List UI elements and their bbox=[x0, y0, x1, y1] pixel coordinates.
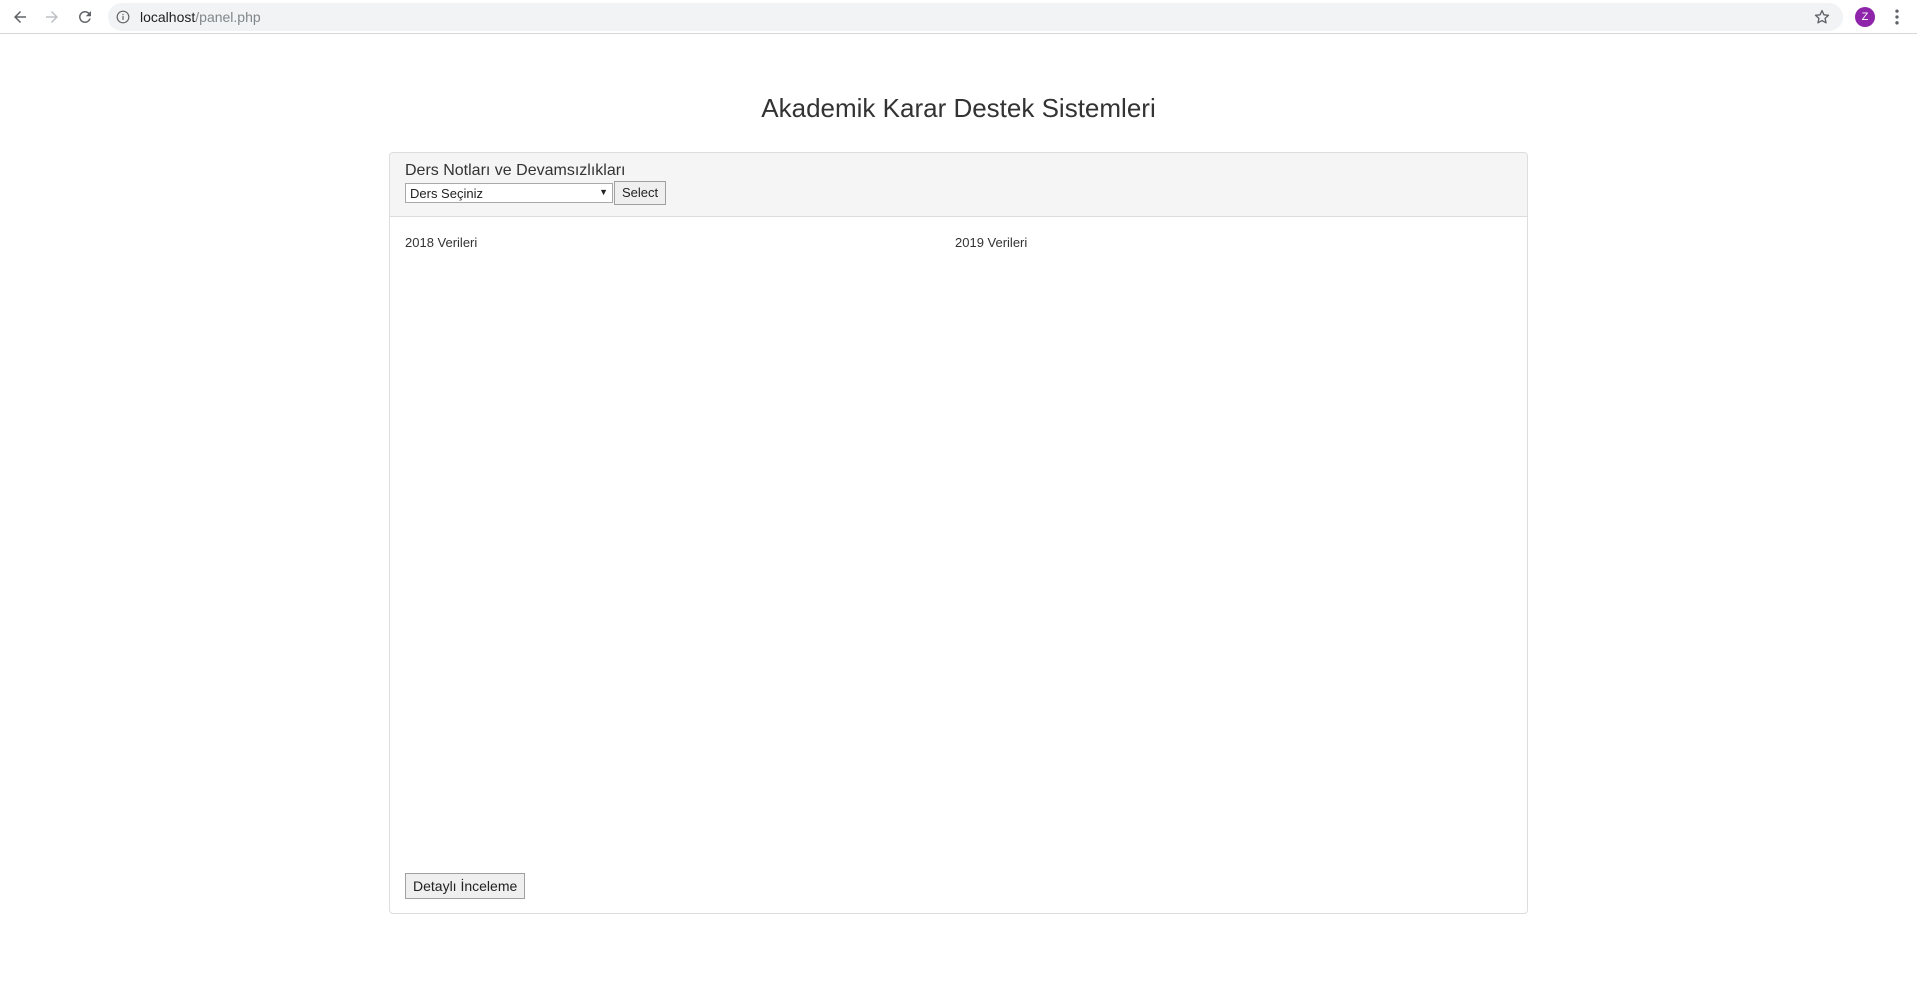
dropdown-caret-icon: ▼ bbox=[599, 187, 608, 197]
course-panel: Ders Notları ve Devamsızlıkları Ders Seç… bbox=[389, 152, 1528, 914]
detail-review-button[interactable]: Detaylı İnceleme bbox=[405, 873, 526, 899]
info-icon[interactable] bbox=[116, 10, 130, 24]
select-button[interactable]: Select bbox=[614, 181, 667, 205]
url-host: localhost bbox=[140, 9, 196, 25]
browser-toolbar: localhost/panel.php Z bbox=[0, 0, 1917, 34]
address-bar[interactable]: localhost/panel.php bbox=[108, 3, 1843, 31]
url-path: /panel.php bbox=[195, 9, 261, 25]
back-arrow-icon[interactable] bbox=[8, 5, 32, 29]
panel-heading: Ders Notları ve Devamsızlıkları Ders Seç… bbox=[390, 153, 1527, 217]
page-title: Akademik Karar Destek Sistemleri bbox=[761, 93, 1156, 123]
avatar[interactable]: Z bbox=[1855, 7, 1875, 27]
forward-arrow-icon[interactable] bbox=[40, 5, 64, 29]
url-text: localhost/panel.php bbox=[140, 10, 261, 25]
reload-icon[interactable] bbox=[73, 5, 97, 29]
star-icon[interactable] bbox=[1813, 8, 1831, 26]
year-2018-label: 2018 Verileri bbox=[405, 235, 478, 250]
course-select-value: Ders Seçiniz bbox=[410, 186, 483, 201]
year-2019-label: 2019 Verileri bbox=[955, 235, 1028, 250]
kebab-menu-icon[interactable] bbox=[1887, 7, 1907, 27]
panel-title: Ders Notları ve Devamsızlıkları bbox=[405, 162, 626, 179]
course-select[interactable]: Ders Seçiniz ▼ bbox=[405, 183, 613, 203]
